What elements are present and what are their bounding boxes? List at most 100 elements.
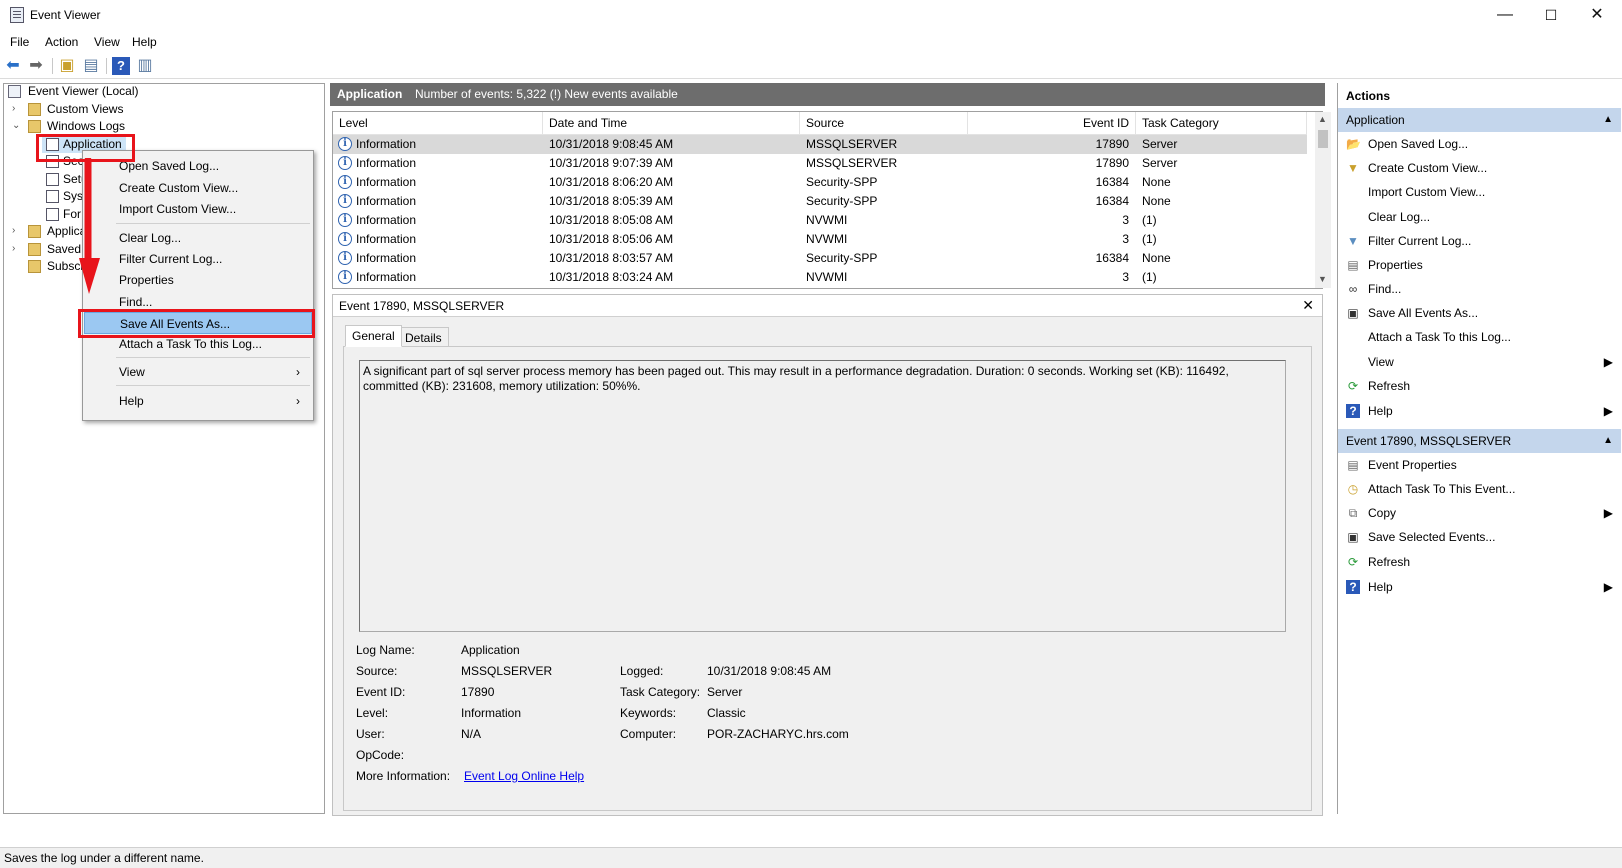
close-icon[interactable]: ✕ (1302, 297, 1314, 314)
action-view[interactable]: View ▶ (1338, 350, 1621, 374)
event-list-scrollbar[interactable]: ▲ ▼ (1315, 112, 1331, 288)
minimize-button[interactable]: — (1482, 0, 1528, 32)
action-attach-task[interactable]: Attach a Task To this Log... (1338, 325, 1621, 349)
chevron-down-icon[interactable]: ⌄ (12, 117, 20, 135)
log-header: Application Number of events: 5,322 (!) … (330, 83, 1325, 106)
refresh-icon: ⟳ (1347, 555, 1359, 569)
label-level: Level: (356, 706, 389, 720)
menu-help[interactable]: Help (132, 35, 157, 49)
up-folder-icon[interactable]: ▣ (58, 57, 76, 75)
scroll-up-icon[interactable]: ▲ (1318, 114, 1327, 124)
ctx-help[interactable]: Help › (84, 390, 312, 412)
ctx-view[interactable]: View › (84, 361, 312, 383)
column-header-date-time[interactable]: Date and Time (543, 112, 800, 135)
action-import-custom-view[interactable]: Import Custom View... (1338, 180, 1621, 204)
help-icon: ? (1346, 580, 1360, 594)
label-source: Source: (356, 664, 398, 678)
action-refresh-event[interactable]: ⟳ Refresh (1338, 550, 1621, 574)
column-header-source[interactable]: Source (800, 112, 968, 135)
table-row[interactable]: i Information 10/31/2018 9:08:45 AM MSSQ… (333, 135, 1307, 154)
show-hide-tree-icon[interactable]: ▤ (82, 57, 100, 75)
action-save-selected-events[interactable]: ▣ Save Selected Events... (1338, 525, 1621, 549)
tab-general[interactable]: General (345, 325, 402, 347)
ctx-create-custom-view[interactable]: Create Custom View... (84, 177, 312, 199)
label-keywords: Keywords: (620, 706, 677, 720)
chevron-right-icon: › (296, 394, 300, 408)
general-tab-panel: A significant part of sql server process… (343, 346, 1312, 811)
value-event-id: 17890 (461, 685, 495, 699)
folder-icon (28, 103, 41, 116)
table-row[interactable]: i Information 10/31/2018 8:03:57 AM Secu… (333, 249, 1307, 268)
table-row[interactable]: i Information 10/31/2018 8:05:08 AM NVWM… (333, 211, 1307, 230)
action-refresh[interactable]: ⟳ Refresh (1338, 374, 1621, 398)
chevron-right-icon[interactable]: › (12, 240, 15, 258)
chevron-right-icon: ▶ (1603, 355, 1613, 369)
scrollbar-thumb[interactable] (1318, 130, 1328, 148)
log-icon (46, 173, 59, 186)
information-icon: i (338, 175, 352, 189)
chevron-right-icon: ▶ (1603, 506, 1613, 520)
collapse-icon[interactable]: ▲ (1603, 108, 1613, 132)
forward-arrow-icon[interactable]: ➡ (27, 57, 45, 75)
collapse-icon[interactable]: ▲ (1603, 429, 1613, 453)
action-help[interactable]: ? Help ▶ (1338, 399, 1621, 423)
folder-icon (28, 120, 41, 133)
log-header-title: Application (337, 87, 403, 101)
actions-section-application[interactable]: Application ▲ (1338, 108, 1621, 132)
actions-section-event[interactable]: Event 17890, MSSQLSERVER ▲ (1338, 429, 1621, 453)
action-event-properties[interactable]: ▤ Event Properties (1338, 453, 1621, 477)
scroll-down-icon[interactable]: ▼ (1318, 274, 1327, 284)
event-detail-title: Event 17890, MSSQLSERVER (339, 299, 505, 313)
menu-action[interactable]: Action (45, 35, 78, 49)
column-header-event-id[interactable]: Event ID (968, 112, 1136, 135)
table-row[interactable]: i Information 10/31/2018 8:05:39 AM Secu… (333, 192, 1307, 211)
table-row[interactable]: i Information 10/31/2018 8:05:06 AM NVWM… (333, 230, 1307, 249)
table-row[interactable]: i Information 10/31/2018 8:06:20 AM Secu… (333, 173, 1307, 192)
table-row[interactable]: i Information 10/31/2018 8:03:24 AM NVWM… (333, 268, 1307, 287)
menu-file[interactable]: File (10, 35, 29, 49)
event-list: Level Date and Time Source Event ID Task… (332, 111, 1323, 289)
action-open-saved-log[interactable]: 📂 Open Saved Log... (1338, 132, 1621, 156)
value-source: MSSQLSERVER (461, 664, 553, 678)
action-attach-task-to-event[interactable]: ◷ Attach Task To This Event... (1338, 477, 1621, 501)
chevron-right-icon[interactable]: › (12, 222, 15, 240)
action-help-event[interactable]: ? Help ▶ (1338, 575, 1621, 599)
ctx-view-label: View (119, 365, 145, 379)
column-header-task-category[interactable]: Task Category (1136, 112, 1307, 135)
ctx-import-custom-view[interactable]: Import Custom View... (84, 198, 312, 220)
title-bar: Event Viewer — ☐ ✕ (0, 0, 1622, 32)
action-copy[interactable]: ⧉ Copy ▶ (1338, 501, 1621, 525)
ctx-clear-log[interactable]: Clear Log... (84, 227, 312, 249)
back-arrow-icon[interactable]: ⬅ (4, 57, 22, 75)
table-row[interactable]: i Information 10/31/2018 9:07:39 AM MSSQ… (333, 154, 1307, 173)
ctx-properties[interactable]: Properties (84, 269, 312, 291)
status-text: Saves the log under a different name. (4, 851, 204, 865)
information-icon: i (338, 156, 352, 170)
action-create-custom-view[interactable]: ▼ Create Custom View... (1338, 156, 1621, 180)
information-icon: i (338, 213, 352, 227)
action-properties[interactable]: ▤ Properties (1338, 253, 1621, 277)
actions-pane: Actions Application ▲ 📂 Open Saved Log...… (1337, 83, 1621, 814)
help-icon[interactable]: ? (112, 57, 130, 75)
event-description[interactable]: A significant part of sql server process… (359, 360, 1286, 632)
tab-details[interactable]: Details (398, 327, 449, 347)
menu-separator (116, 385, 310, 386)
menu-view[interactable]: View (94, 35, 120, 49)
ctx-filter-current-log[interactable]: Filter Current Log... (84, 248, 312, 270)
event-log-online-help-link[interactable]: Event Log Online Help (464, 769, 584, 783)
action-clear-log[interactable]: Clear Log... (1338, 205, 1621, 229)
window-title: Event Viewer (30, 8, 101, 22)
value-user: N/A (461, 727, 482, 741)
close-button[interactable]: ✕ (1574, 0, 1620, 32)
column-header-level[interactable]: Level (333, 112, 543, 135)
value-logged: 10/31/2018 9:08:45 AM (707, 664, 832, 678)
chevron-right-icon[interactable]: › (12, 100, 15, 118)
maximize-button[interactable]: ☐ (1528, 0, 1574, 32)
action-find[interactable]: ∞ Find... (1338, 277, 1621, 301)
event-viewer-icon (10, 7, 24, 23)
context-menu: Open Saved Log... Create Custom View... … (82, 150, 314, 421)
show-hide-action-pane-icon[interactable]: ▥ (136, 57, 154, 75)
event-detail-header: Event 17890, MSSQLSERVER ✕ (333, 295, 1322, 317)
action-filter-current-log[interactable]: ▼ Filter Current Log... (1338, 229, 1621, 253)
action-save-all-events-as[interactable]: ▣ Save All Events As... (1338, 301, 1621, 325)
